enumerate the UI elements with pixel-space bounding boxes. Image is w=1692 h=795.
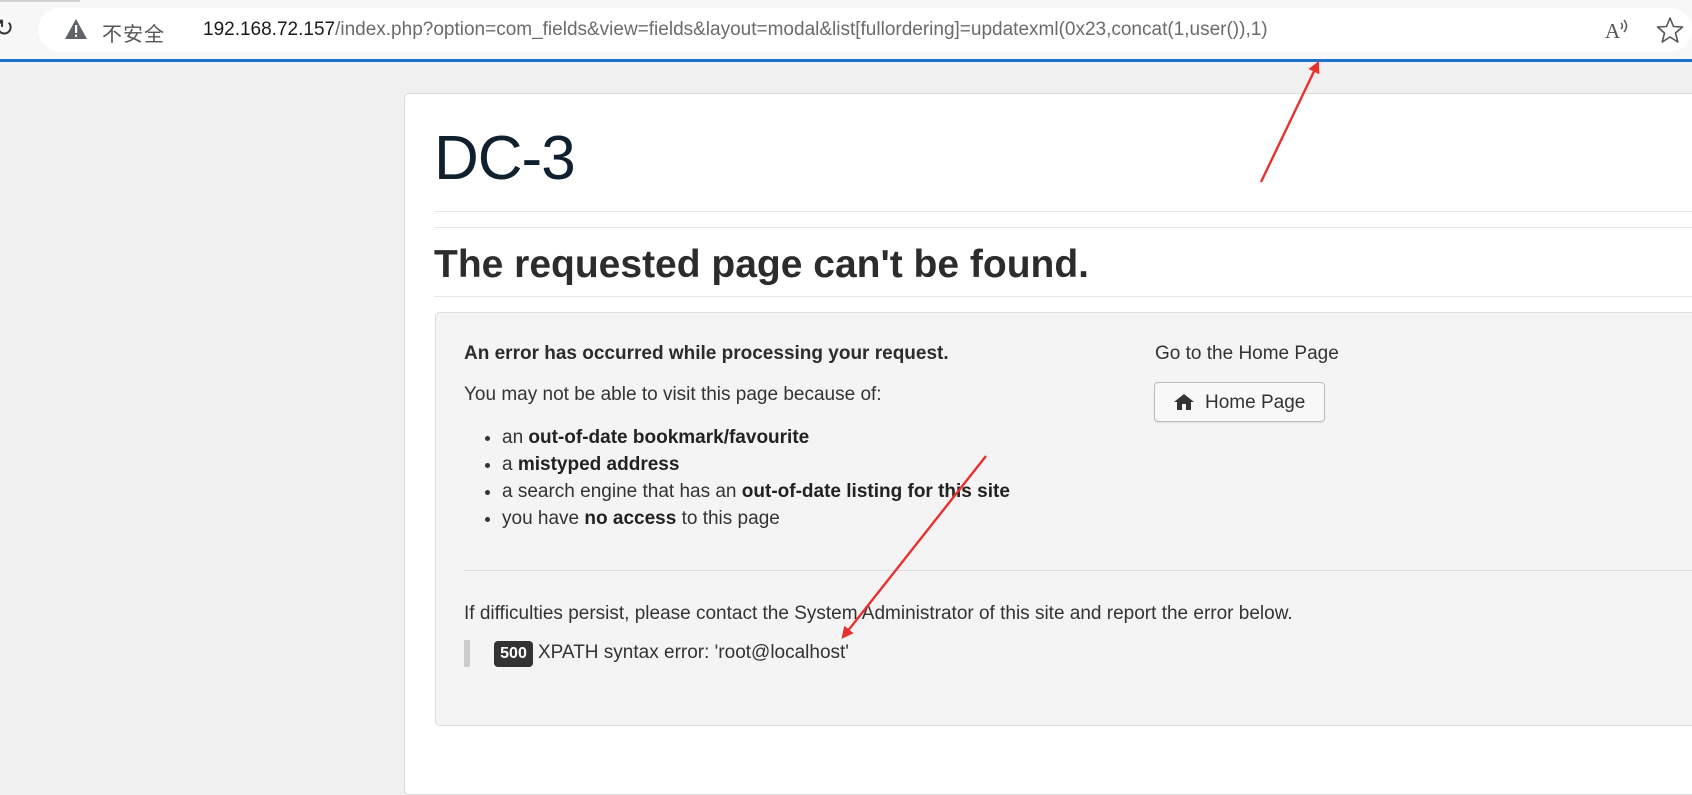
divider — [434, 211, 1692, 212]
blockquote-bar — [464, 640, 470, 667]
divider — [434, 227, 1692, 228]
warning-icon[interactable] — [64, 18, 88, 40]
star-icon[interactable] — [1656, 16, 1684, 44]
error-intro-text: You may not be able to visit this page b… — [464, 384, 882, 405]
reload-icon[interactable]: ↻ — [0, 14, 14, 42]
error-page-title: The requested page can't be found. — [434, 243, 1090, 286]
url-path[interactable]: /index.php?option=com_fields&view=fields… — [335, 19, 1268, 40]
list-item: a mistyped address — [502, 451, 1010, 478]
home-page-button[interactable]: Home Page — [1154, 382, 1325, 422]
url-host[interactable]: 192.168.72.157 — [203, 19, 335, 40]
home-icon — [1174, 394, 1194, 410]
error-code-badge: 500 — [494, 641, 533, 667]
read-aloud-icon[interactable]: A — [1604, 16, 1632, 42]
list-item: a search engine that has an out-of-date … — [502, 478, 1010, 505]
list-item: you have no access to this page — [502, 505, 1010, 532]
contact-admin-text: If difficulties persist, please contact … — [464, 603, 1293, 624]
security-status-label[interactable]: 不安全 — [102, 18, 165, 47]
site-title: DC-3 — [434, 124, 576, 193]
error-reasons-list: an out-of-date bookmark/favourite a mist… — [464, 424, 1010, 532]
error-message: XPATH syntax error: 'root@localhost' — [538, 642, 849, 663]
divider — [464, 570, 1692, 571]
page-load-indicator — [0, 59, 1692, 62]
svg-text:A: A — [1605, 19, 1621, 42]
url-text[interactable]: 192.168.72.157/index.php?option=com_fiel… — [203, 19, 1268, 41]
list-item: an out-of-date bookmark/favourite — [502, 424, 1010, 451]
address-bar[interactable]: 不安全 192.168.72.157/index.php?option=com_… — [38, 8, 1692, 52]
go-home-text: Go to the Home Page — [1155, 343, 1339, 364]
tab-strip-edge — [0, 0, 80, 2]
home-page-button-label: Home Page — [1205, 392, 1306, 413]
error-heading: An error has occurred while processing y… — [464, 343, 949, 364]
browser-toolbar: ↻ 不安全 192.168.72.157/index.php?option=co… — [0, 0, 1692, 62]
divider — [434, 296, 1692, 297]
